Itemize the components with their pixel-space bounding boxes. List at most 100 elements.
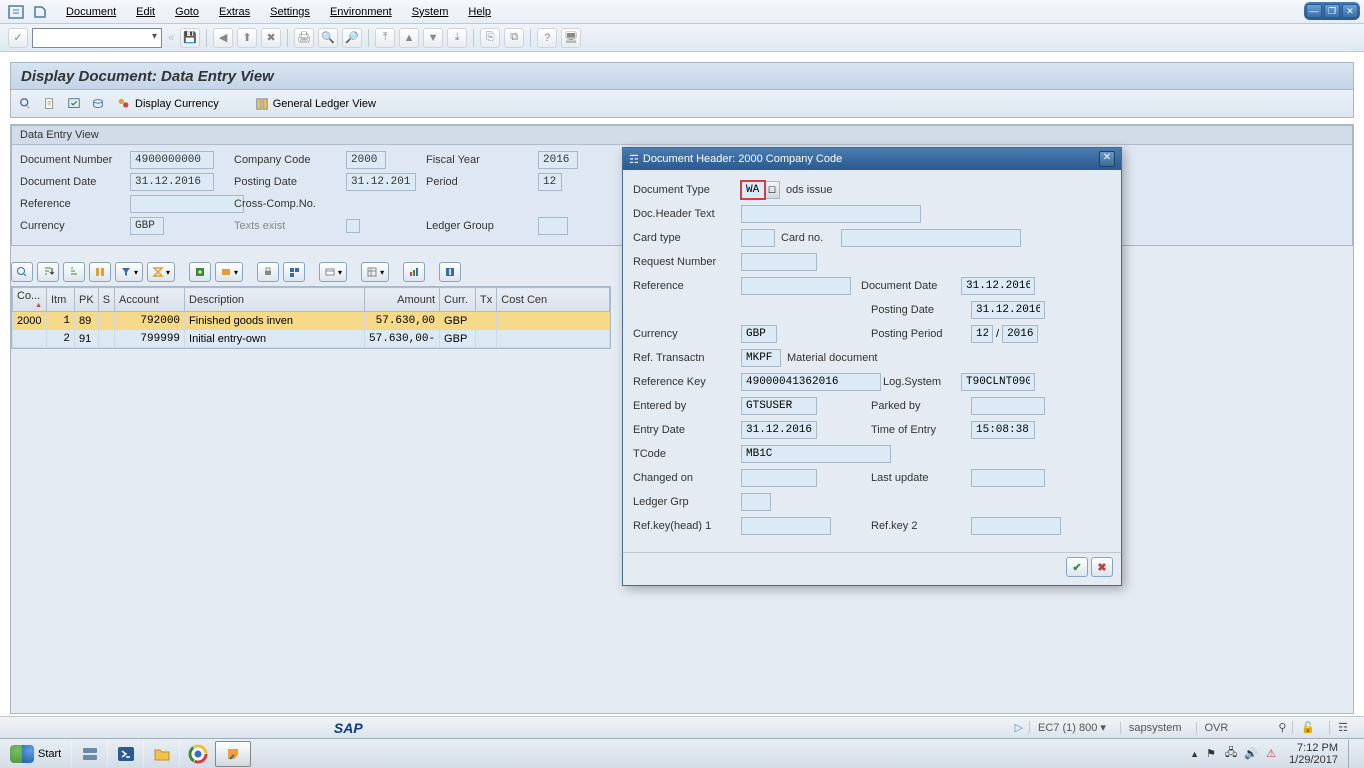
tcode-field[interactable] [741,445,891,463]
col-cc[interactable]: Cost Cen [497,288,610,312]
task-sap-icon[interactable] [215,741,251,767]
parked-by-field[interactable] [971,397,1045,415]
menu-environment[interactable]: Environment [320,6,402,18]
time-entry-field[interactable] [971,421,1035,439]
display-other-button[interactable] [41,95,59,113]
posting-period-field[interactable] [971,325,993,343]
doc-type-f4-button[interactable]: ☐ [764,181,780,199]
col-itm[interactable]: Itm [47,288,75,312]
period-field[interactable] [538,173,562,191]
find-button[interactable] [89,262,111,282]
next-page-button[interactable]: ▼ [423,28,443,48]
info-button[interactable]: i [439,262,461,282]
task-chrome-icon[interactable] [179,741,215,767]
display-currency-button[interactable]: Display Currency [113,97,223,111]
ref-trans-field[interactable] [741,349,781,367]
nav-back-icon[interactable]: « [166,32,176,44]
menu-settings[interactable]: Settings [260,6,320,18]
card-type-field[interactable] [741,229,775,247]
enter-button[interactable]: ✓ [8,28,28,48]
col-co[interactable]: Co...▲ [13,288,47,312]
change-display-button[interactable] [17,95,35,113]
status-abap-icon[interactable]: ⚲ [1278,721,1286,734]
first-page-button[interactable]: ⤒ [375,28,395,48]
ledger-group-field[interactable] [538,217,568,235]
entered-by-field[interactable] [741,397,817,415]
views-button[interactable] [283,262,305,282]
changed-on-field[interactable] [741,469,817,487]
subtotal-button[interactable] [189,262,211,282]
ref-key-head1-field[interactable] [741,517,831,535]
tray-expand-icon[interactable]: ▲ [1190,749,1199,759]
show-desktop-button[interactable] [1348,740,1356,768]
last-page-button[interactable]: ⤓ [447,28,467,48]
menu-help[interactable]: Help [458,6,501,18]
prev-page-button[interactable]: ▲ [399,28,419,48]
ref-key2-field[interactable] [971,517,1061,535]
texts-exist-checkbox[interactable] [346,219,360,233]
taxes-button[interactable] [89,95,107,113]
company-code-field[interactable] [346,151,386,169]
maximize-button[interactable]: ❐ [1324,4,1340,18]
exit-button[interactable]: ⬆ [237,28,257,48]
entry-date-field[interactable] [741,421,817,439]
table-row[interactable]: 291 799999Initial entry-own57.630,00- GB… [13,330,610,348]
back-button[interactable]: ◀ [213,28,233,48]
line-items-grid[interactable]: Co...▲ Itm PK S Account Description Amou… [11,286,611,349]
start-button[interactable]: Start [0,739,71,768]
status-arrow-icon[interactable]: ▷ [1015,721,1023,734]
log-system-field[interactable] [961,373,1035,391]
posting-year-field[interactable] [1002,325,1038,343]
card-no-field[interactable] [841,229,1021,247]
col-pk[interactable]: PK [75,288,99,312]
menu-system[interactable]: System [402,6,459,18]
fiscal-year-field[interactable] [538,151,578,169]
header-text-field[interactable] [741,205,921,223]
col-tx[interactable]: Tx [476,288,497,312]
menu-extras[interactable]: Extras [209,6,260,18]
doc-type-field[interactable] [741,181,765,199]
help-button[interactable]: ? [537,28,557,48]
col-curr[interactable]: Curr. [440,288,476,312]
taskbar-clock[interactable]: 7:12 PM 1/29/2017 [1283,742,1344,766]
menu-edit[interactable]: Edit [126,6,165,18]
posting-date-field[interactable] [346,173,416,191]
layout-button[interactable]: 🖥 [561,28,581,48]
sort-desc-button[interactable] [63,262,85,282]
col-s[interactable]: S [98,288,114,312]
currency-field[interactable] [130,217,164,235]
layout-button[interactable]: ▾ [361,262,389,282]
close-button[interactable]: ✕ [1342,4,1358,18]
col-amount[interactable]: Amount [365,288,440,312]
export-button[interactable]: ▾ [215,262,243,282]
tray-warning-icon[interactable]: ⚠ [1263,746,1279,762]
ref-key-field[interactable] [741,373,881,391]
tray-flag-icon[interactable]: ⚑ [1203,746,1219,762]
select-button[interactable] [65,95,83,113]
task-server-icon[interactable] [71,741,107,767]
menu-goto[interactable]: Goto [165,6,209,18]
find-next-button[interactable]: 🔎 [342,28,362,48]
sort-asc-button[interactable] [37,262,59,282]
dialog-close-button[interactable]: ✕ [1099,151,1115,167]
minimize-button[interactable]: — [1306,4,1322,18]
command-field[interactable] [32,28,162,48]
save-button[interactable]: 💾 [180,28,200,48]
dlg-reference-field[interactable] [741,277,851,295]
find-button[interactable]: 🔍 [318,28,338,48]
tray-network-icon[interactable]: 🖧 [1223,746,1239,762]
dlg-posting-date-field[interactable] [971,301,1045,319]
task-powershell-icon[interactable] [107,741,143,767]
request-no-field[interactable] [741,253,817,271]
tray-volume-icon[interactable]: 🔊 [1243,746,1259,762]
col-account[interactable]: Account [115,288,185,312]
menu-document[interactable]: Document [56,6,126,18]
cancel-button[interactable]: ✖ [261,28,281,48]
shortcut-button[interactable]: ⧉ [504,28,524,48]
reference-field[interactable] [130,195,244,213]
total-button[interactable]: ▾ [147,262,175,282]
dlg-doc-date-field[interactable] [961,277,1035,295]
gl-view-button[interactable]: General Ledger View [251,97,380,111]
last-update-field[interactable] [971,469,1045,487]
filter-button[interactable]: ▾ [115,262,143,282]
